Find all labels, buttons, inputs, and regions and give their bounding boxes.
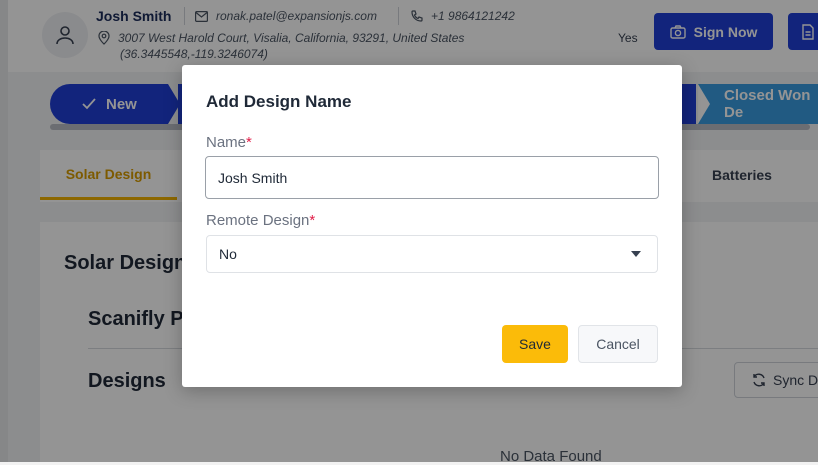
- design-name-input[interactable]: [205, 156, 659, 199]
- remote-label-text: Remote Design: [206, 212, 310, 229]
- add-design-dialog: Add Design Name Name* Remote Design* No …: [182, 65, 682, 387]
- remote-field-label: Remote Design*: [206, 212, 315, 229]
- required-mark: *: [246, 134, 252, 151]
- remote-selected-value: No: [219, 246, 237, 262]
- remote-design-select[interactable]: No: [206, 235, 658, 273]
- required-mark: *: [309, 212, 316, 229]
- name-label-text: Name: [206, 134, 247, 151]
- dialog-title: Add Design Name: [206, 92, 352, 111]
- save-button[interactable]: Save: [502, 325, 568, 363]
- name-field-label: Name*: [206, 134, 252, 151]
- cancel-button[interactable]: Cancel: [578, 325, 658, 363]
- chevron-down-icon: [631, 251, 641, 257]
